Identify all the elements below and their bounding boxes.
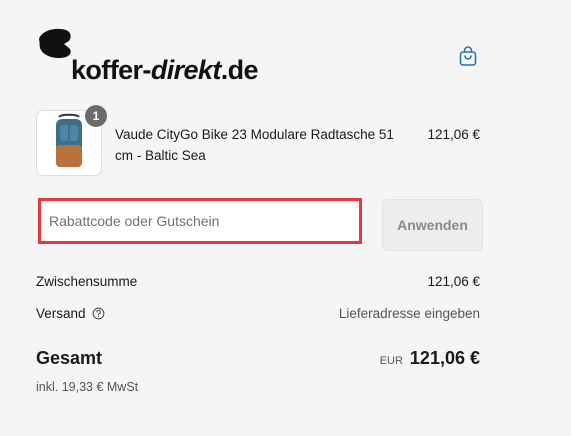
tax-note: inkl. 19,33 € MwSt	[36, 380, 139, 394]
apply-discount-button[interactable]: Anwenden	[382, 199, 483, 251]
subtotal-row: Zwischensumme 121,06 €	[36, 274, 482, 289]
logo-text-tld: .de	[220, 55, 259, 85]
quantity-badge: 1	[85, 105, 107, 127]
logo-text-italic: direkt	[150, 55, 222, 85]
checkout-header: koffer-direkt.de	[36, 26, 486, 86]
shopping-bag-icon[interactable]	[456, 44, 480, 68]
currency-code: EUR	[379, 355, 403, 367]
shipping-label: Versand	[36, 306, 86, 321]
subtotal-value: 121,06 €	[427, 274, 480, 289]
product-thumbnail: 1	[36, 105, 107, 176]
cart-line-item: 1 Vaude CityGo Bike 23 Modulare Radtasch…	[36, 105, 482, 176]
logo-mark	[39, 28, 71, 59]
logo-wordmark: koffer-direkt.de	[71, 55, 259, 86]
total-row: Gesamt EUR 121,06 €	[36, 348, 482, 372]
shipping-value: Lieferadresse eingeben	[338, 306, 480, 321]
shipping-row: Versand Lieferadresse eingeben	[36, 306, 482, 321]
store-logo[interactable]: koffer-direkt.de	[36, 26, 276, 86]
total-label: Gesamt	[36, 348, 103, 368]
subtotal-label: Zwischensumme	[36, 274, 138, 289]
logo-text-bold: koffer-	[71, 55, 151, 85]
product-name: Vaude CityGo Bike 23 Modulare Radtasche …	[115, 127, 394, 163]
discount-section: Anwenden	[36, 198, 483, 251]
total-amount: 121,06 €	[409, 348, 480, 368]
discount-code-input[interactable]	[41, 201, 359, 241]
question-circle-icon[interactable]	[92, 307, 105, 320]
discount-input-highlight	[38, 198, 362, 244]
product-price: 121,06 €	[427, 127, 480, 142]
